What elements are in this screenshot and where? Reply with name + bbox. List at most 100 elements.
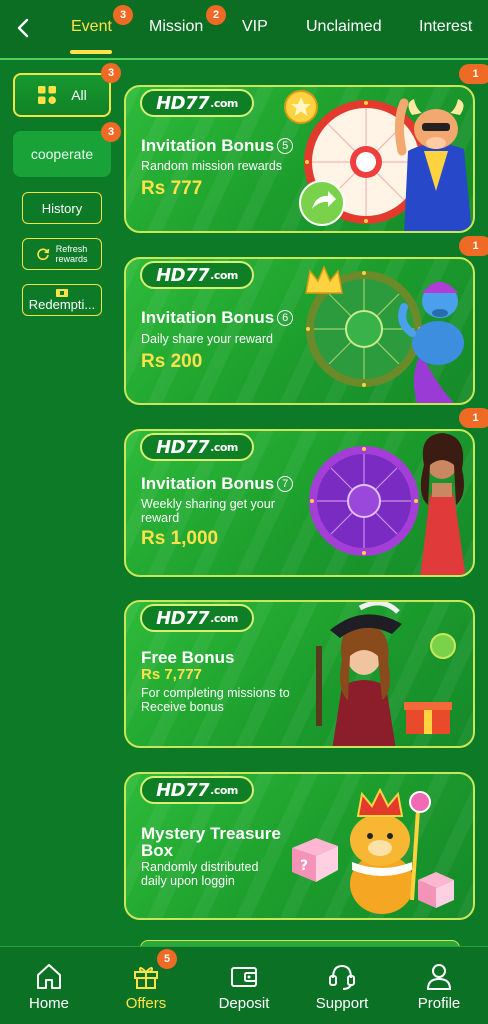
nav-deposit[interactable]: Deposit: [196, 961, 292, 1017]
logo-text: HD77: [156, 779, 210, 801]
nav-profile-label: Profile: [417, 995, 461, 1012]
card-title: Free Bonus: [141, 648, 235, 667]
logo-text: HD77: [156, 607, 210, 629]
redemption-label: Redempti...: [28, 297, 96, 312]
card-title-text: Invitation Bonus: [141, 474, 275, 493]
promo-card-invitation-bonus-6[interactable]: HD77 .com Invitation Bonus 6 Daily share y…: [124, 257, 475, 405]
card-amount: Rs 1,000: [141, 528, 219, 549]
card-subtitle-line2: reward: [141, 511, 180, 525]
nav-home[interactable]: Home: [1, 961, 97, 1017]
card-subtitle-line2: daily upon loggin: [141, 874, 235, 888]
refresh-label-line1: Refresh: [55, 244, 88, 254]
card-number: 5: [277, 138, 294, 154]
home-icon: [37, 964, 61, 989]
nav-deposit-label: Deposit: [218, 995, 270, 1012]
back-arrow-icon[interactable]: [12, 16, 34, 40]
refresh-rewards-label: Refresh rewards: [55, 244, 87, 264]
gift-box-icon: [404, 702, 452, 734]
promo-card-invitation-bonus-7[interactable]: HD77 .com Invitation Bonus 7 Weekly sharin…: [124, 429, 475, 577]
promo-card-free-bonus[interactable]: HD77 .com Free Bonus Rs 7,777 For complet…: [124, 600, 475, 748]
princess-mascot-icon: [420, 433, 466, 575]
hd77-logo: HD77 .com: [140, 604, 254, 632]
card-number: 7: [277, 476, 294, 492]
tab-event-badge: 3: [113, 5, 133, 25]
card-subtitle: Random mission rewards: [141, 159, 283, 173]
card-title-text: Invitation Bonus: [141, 136, 275, 155]
sidebar-all-badge: 3: [101, 63, 121, 83]
mystery-box-icon: [418, 872, 454, 908]
tab-vip[interactable]: VIP: [242, 18, 268, 42]
nav-profile[interactable]: Profile: [391, 961, 487, 1017]
card-subtitle-line2: Receive bonus: [141, 700, 224, 714]
star-coin-icon: [284, 90, 318, 124]
logo-ext: .com: [210, 783, 238, 797]
nav-offers-badge: 5: [157, 949, 177, 969]
sidebar-item-all[interactable]: All: [13, 73, 111, 117]
redemption-button[interactable]: Redempti...: [22, 284, 102, 316]
card-title-line1: Mystery Treasure: [141, 824, 281, 843]
card-title-line2: Box: [141, 841, 174, 860]
nav-offers[interactable]: Offers: [98, 961, 194, 1017]
sidebar-cooperate-badge: 3: [101, 122, 121, 142]
refresh-icon: [37, 248, 50, 261]
card-amount: Rs 7,777: [141, 666, 202, 683]
card-3-badge: 1: [459, 408, 488, 428]
nav-support[interactable]: Support: [294, 961, 390, 1017]
genie-mascot-icon: [398, 282, 464, 403]
card-subtitle: Weekly sharing get your reward: [141, 497, 275, 525]
user-icon: [426, 964, 452, 990]
card-subtitle-line1: For completing missions to: [141, 686, 290, 700]
card-title: Invitation Bonus 5: [141, 136, 294, 156]
hd77-logo: HD77 .com: [140, 433, 254, 461]
card-1-badge: 1: [459, 64, 488, 84]
nav-offers-label: Offers: [125, 995, 167, 1012]
active-tab-indicator: [70, 50, 112, 54]
promo-card-invitation-bonus-5[interactable]: HD77 .com Invitation Bonus 5 Random missio…: [124, 85, 475, 233]
logo-text: HD77: [156, 92, 210, 114]
logo-ext: .com: [210, 440, 238, 454]
history-button[interactable]: History: [22, 192, 102, 224]
card-amount: Rs 777: [141, 178, 203, 199]
logo-ext: .com: [210, 268, 238, 282]
tab-mission[interactable]: Mission: [149, 18, 203, 42]
refresh-label-line2: rewards: [55, 254, 88, 264]
tab-interest[interactable]: Interest: [419, 18, 472, 42]
card-subtitle-line1: Randomly distributed: [141, 860, 259, 874]
grid-icon: [38, 86, 57, 104]
refresh-rewards-button[interactable]: Refresh rewards: [22, 238, 102, 270]
nav-home-label: Home: [28, 995, 69, 1012]
logo-ext: .com: [210, 96, 238, 110]
tab-event[interactable]: Event: [71, 18, 112, 42]
tab-unclaimed[interactable]: Unclaimed: [306, 18, 382, 42]
card-title: Mystery Treasure Box: [141, 825, 281, 859]
hd77-logo: HD77 .com: [140, 261, 254, 289]
card-amount: Rs 200: [141, 351, 203, 372]
card-subtitle: For completing missions to Receive bonus: [141, 686, 290, 714]
card-title: Invitation Bonus 6: [141, 308, 294, 328]
card-subtitle-line1: Weekly sharing get your: [141, 497, 275, 511]
card-subtitle: Daily share your reward: [141, 332, 273, 346]
gift-icon: [134, 967, 158, 989]
prize-wheel-icon: [309, 446, 419, 556]
logo-text: HD77: [156, 436, 210, 458]
hd77-logo: HD77 .com: [140, 776, 254, 804]
card-subtitle: Randomly distributed daily upon loggin: [141, 860, 258, 888]
arrow-spin-icon: [299, 180, 345, 226]
coin-icon: [430, 633, 456, 659]
pirate-girl-mascot-icon: [316, 602, 402, 746]
card-title: Invitation Bonus 7: [141, 474, 294, 494]
bull-mascot-icon: [394, 98, 472, 231]
crown-icon: [305, 265, 343, 294]
logo-ext: .com: [210, 611, 238, 625]
top-tab-bar: Event 3 Mission 2 VIP Unclaimed Interest: [0, 0, 488, 60]
svg-text:?: ?: [300, 858, 308, 874]
headset-icon: [329, 964, 355, 990]
promo-card-mystery-treasure-box[interactable]: HD77 .com Mystery Treasure Box Randomly d…: [124, 772, 475, 920]
card-2-badge: 1: [459, 236, 488, 256]
hd77-logo: HD77 .com: [140, 89, 254, 117]
tab-mission-badge: 2: [206, 5, 226, 25]
card-number: 6: [277, 310, 294, 326]
card-title-text: Invitation Bonus: [141, 308, 275, 327]
sidebar-item-cooperate[interactable]: cooperate: [13, 131, 111, 177]
wallet-icon: [231, 967, 257, 987]
